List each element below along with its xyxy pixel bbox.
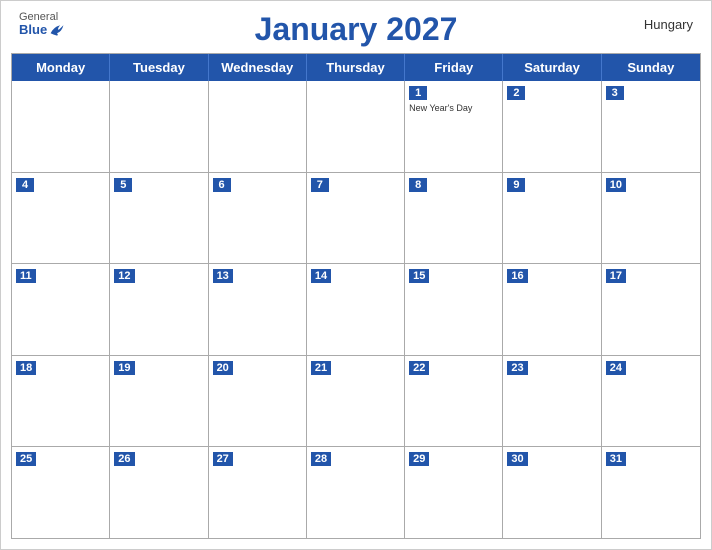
logo-bird-icon [49, 23, 65, 37]
day-number: 18 [16, 361, 36, 375]
day-number: 10 [606, 178, 626, 192]
day-number: 1 [409, 86, 427, 100]
day-number: 30 [507, 452, 527, 466]
day-cell: 13 [209, 264, 307, 355]
day-number: 17 [606, 269, 626, 283]
week-row-4: 18 19 20 21 22 23 24 [12, 356, 700, 448]
day-header-monday: Monday [12, 54, 110, 81]
day-number: 21 [311, 361, 331, 375]
day-cell: 6 [209, 173, 307, 264]
week-row-3: 11 12 13 14 15 16 17 [12, 264, 700, 356]
day-cell: 25 [12, 447, 110, 538]
logo-area: General Blue [19, 11, 65, 37]
day-cell: 27 [209, 447, 307, 538]
day-cell: 16 [503, 264, 601, 355]
day-cell: 11 [12, 264, 110, 355]
day-number: 23 [507, 361, 527, 375]
day-number: 22 [409, 361, 429, 375]
day-number: 2 [507, 86, 525, 100]
logo-blue-label: Blue [19, 23, 47, 37]
day-cell: 12 [110, 264, 208, 355]
day-header-thursday: Thursday [307, 54, 405, 81]
calendar-grid: MondayTuesdayWednesdayThursdayFridaySatu… [11, 53, 701, 539]
day-number: 28 [311, 452, 331, 466]
day-cell [209, 81, 307, 172]
day-header-sunday: Sunday [602, 54, 700, 81]
day-number: 31 [606, 452, 626, 466]
day-number: 27 [213, 452, 233, 466]
day-cell: 19 [110, 356, 208, 447]
day-cell: 31 [602, 447, 700, 538]
day-number: 8 [409, 178, 427, 192]
day-cell: 1 New Year's Day [405, 81, 503, 172]
day-number: 7 [311, 178, 329, 192]
day-cell: 3 [602, 81, 700, 172]
week-row-1: 1 New Year's Day 2 3 [12, 81, 700, 173]
holiday-label: New Year's Day [409, 103, 498, 114]
day-cell: 15 [405, 264, 503, 355]
day-number: 4 [16, 178, 34, 192]
day-cell: 17 [602, 264, 700, 355]
day-cell: 24 [602, 356, 700, 447]
day-cell: 5 [110, 173, 208, 264]
day-cell [307, 81, 405, 172]
day-cell: 4 [12, 173, 110, 264]
day-cell: 23 [503, 356, 601, 447]
calendar-container: General Blue January 2027 Hungary Monday… [0, 0, 712, 550]
week-row-5: 25 26 27 28 29 30 31 [12, 447, 700, 538]
calendar-title: January 2027 [255, 11, 458, 48]
day-number: 19 [114, 361, 134, 375]
day-number: 5 [114, 178, 132, 192]
day-headers-row: MondayTuesdayWednesdayThursdayFridaySatu… [12, 54, 700, 81]
day-cell: 14 [307, 264, 405, 355]
day-cell: 20 [209, 356, 307, 447]
day-number: 26 [114, 452, 134, 466]
day-cell: 9 [503, 173, 601, 264]
day-number: 9 [507, 178, 525, 192]
day-cell: 18 [12, 356, 110, 447]
day-cell: 30 [503, 447, 601, 538]
day-cell: 21 [307, 356, 405, 447]
weeks-container: 1New Year's Day2345678910111213141516171… [12, 81, 700, 538]
day-number: 16 [507, 269, 527, 283]
day-number: 15 [409, 269, 429, 283]
day-cell: 26 [110, 447, 208, 538]
day-number: 25 [16, 452, 36, 466]
day-number: 11 [16, 269, 36, 283]
day-cell: 28 [307, 447, 405, 538]
day-header-saturday: Saturday [503, 54, 601, 81]
day-number: 6 [213, 178, 231, 192]
day-header-friday: Friday [405, 54, 503, 81]
day-cell [110, 81, 208, 172]
day-header-wednesday: Wednesday [209, 54, 307, 81]
day-cell: 29 [405, 447, 503, 538]
logo-blue-text: Blue [19, 23, 65, 37]
week-row-2: 4 5 6 7 8 9 10 [12, 173, 700, 265]
day-number: 20 [213, 361, 233, 375]
day-number: 29 [409, 452, 429, 466]
day-number: 14 [311, 269, 331, 283]
day-cell: 22 [405, 356, 503, 447]
country-label: Hungary [644, 17, 693, 32]
day-cell: 10 [602, 173, 700, 264]
day-number: 13 [213, 269, 233, 283]
day-cell: 8 [405, 173, 503, 264]
day-cell: 7 [307, 173, 405, 264]
day-cell [12, 81, 110, 172]
day-cell: 2 [503, 81, 601, 172]
day-header-tuesday: Tuesday [110, 54, 208, 81]
day-number: 12 [114, 269, 134, 283]
day-number: 24 [606, 361, 626, 375]
day-number: 3 [606, 86, 624, 100]
calendar-header: General Blue January 2027 Hungary [1, 1, 711, 53]
